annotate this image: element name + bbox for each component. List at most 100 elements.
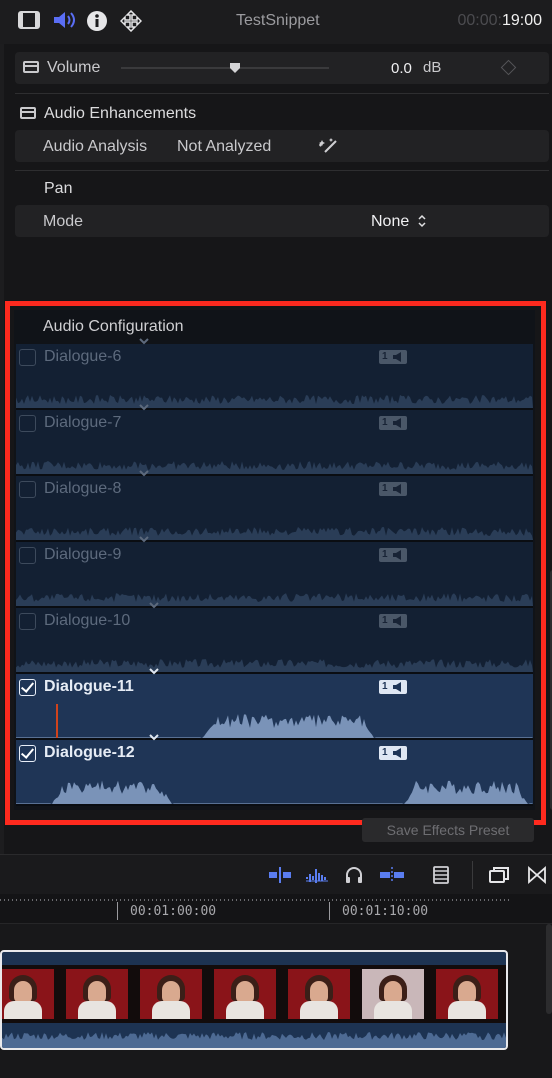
mono-channel-badge: 1	[379, 350, 407, 364]
divider	[15, 93, 549, 94]
mono-channel-badge: 1	[379, 746, 407, 760]
channel-waveform	[16, 659, 533, 672]
channel-name[interactable]: Dialogue-8	[44, 480, 121, 498]
channel-enable-checkbox[interactable]	[19, 613, 36, 630]
channel-badge-number: 1	[382, 351, 388, 362]
save-effects-preset-button[interactable]: Save Effects Preset	[362, 818, 534, 842]
section-toggle-icon[interactable]	[23, 61, 39, 73]
keyframe-icon[interactable]	[500, 59, 517, 76]
transform-icon[interactable]	[119, 9, 143, 33]
channel-enable-checkbox[interactable]	[19, 415, 36, 432]
solo-icon[interactable]	[378, 865, 406, 885]
volume-value[interactable]: 0.0	[391, 60, 412, 77]
mono-channel-badge: 1	[379, 416, 407, 430]
channel-waveform	[16, 395, 533, 408]
filmstrip-frame	[140, 969, 202, 1019]
divider	[472, 861, 473, 889]
timeline-scrollbar[interactable]	[546, 924, 552, 1014]
effects-browser-icon[interactable]	[488, 865, 510, 885]
channel-row[interactable]: Dialogue-7 1	[16, 404, 533, 474]
channel-waveform	[16, 593, 533, 606]
divider	[15, 170, 549, 171]
transitions-browser-icon[interactable]	[526, 865, 548, 885]
channel-badge-number: 1	[382, 681, 388, 692]
channel-row[interactable]: Dialogue-12 1	[16, 734, 533, 804]
pan-header[interactable]: Pan	[44, 180, 72, 198]
channel-row[interactable]: Dialogue-6 1	[16, 338, 533, 408]
section-toggle-icon[interactable]	[20, 107, 36, 119]
volume-row: Volume 0.0 dB	[15, 52, 549, 84]
mono-channel-badge: 1	[379, 614, 407, 628]
audio-analysis-row: Audio Analysis Not Analyzed	[15, 130, 549, 162]
channel-row[interactable]: Dialogue-10 1	[16, 602, 533, 672]
volume-slider[interactable]	[121, 63, 329, 73]
channel-name[interactable]: Dialogue-9	[44, 546, 121, 564]
channel-badge-number: 1	[382, 615, 388, 626]
filmstrip-frame	[66, 969, 128, 1019]
channel-waveform	[16, 714, 533, 738]
channel-name[interactable]: Dialogue-6	[44, 348, 121, 366]
stepper-icon	[417, 214, 427, 233]
audio-configuration-title: Audio Configuration	[43, 318, 184, 335]
ruler-minor-ticks	[0, 899, 510, 901]
channel-badge-number: 1	[382, 549, 388, 560]
clip-duration-timecode: 00:00:19:00	[457, 12, 542, 30]
pan-mode-value: None	[371, 213, 410, 230]
pan-mode-label: Mode	[43, 213, 84, 230]
channel-badge-number: 1	[382, 417, 388, 428]
timeline	[0, 924, 552, 1078]
channel-waveform	[16, 780, 533, 804]
timecode-dim-part: 00:00:	[457, 12, 502, 29]
channel-name[interactable]: Dialogue-7	[44, 414, 121, 432]
pan-mode-dropdown[interactable]: None	[365, 211, 455, 233]
mono-channel-badge: 1	[379, 548, 407, 562]
ruler-label: 00:01:10:00	[342, 904, 429, 919]
channel-name[interactable]: Dialogue-11	[44, 678, 134, 696]
analysis-wand-icon[interactable]	[317, 136, 339, 156]
filmstrip-frame	[436, 969, 498, 1019]
speaker-icon[interactable]	[52, 10, 75, 32]
channel-row[interactable]: Dialogue-8 1	[16, 470, 533, 540]
skimming-icon[interactable]	[268, 865, 292, 885]
clip-filmstrip	[2, 965, 506, 1023]
ruler-major-tick	[329, 902, 330, 920]
channel-separator	[16, 804, 533, 806]
volume-slider-knob[interactable]	[229, 61, 241, 73]
filmstrip-frame	[288, 969, 350, 1019]
audio-enhancements-header[interactable]: Audio Enhancements	[44, 105, 196, 123]
timeline-ruler[interactable]: 00:01:00:00 00:01:10:00	[0, 894, 552, 924]
channel-enable-checkbox[interactable]	[19, 349, 36, 366]
filmstrip-frame	[2, 969, 54, 1019]
channel-enable-checkbox[interactable]	[19, 481, 36, 498]
channel-enable-checkbox[interactable]	[19, 679, 36, 696]
ruler-label: 00:01:00:00	[130, 904, 217, 919]
channel-waveform	[16, 461, 533, 474]
channel-enable-checkbox[interactable]	[19, 745, 36, 762]
clip-appearance-icon[interactable]	[430, 865, 452, 885]
volume-unit: dB	[423, 59, 442, 76]
filmstrip-frame	[362, 969, 424, 1019]
clip-audio-waveform	[2, 1032, 506, 1048]
audio-configuration-panel: Audio Configuration Dialogue-6 1 Dialogue-…	[14, 310, 535, 810]
clip-title: TestSnippet	[236, 12, 320, 29]
volume-label: Volume	[47, 59, 101, 76]
channel-enable-checkbox[interactable]	[19, 547, 36, 564]
audio-analysis-value: Not Analyzed	[177, 138, 272, 155]
inspector-toolbar: TestSnippet 00:00:19:00	[0, 0, 552, 44]
audio-analysis-label: Audio Analysis	[43, 138, 148, 155]
channel-row[interactable]: Dialogue-11 1	[16, 668, 533, 738]
headphones-icon[interactable]	[343, 865, 365, 885]
ruler-major-tick	[117, 902, 118, 920]
film-icon[interactable]	[18, 10, 40, 32]
channel-waveform	[16, 527, 533, 540]
channel-name[interactable]: Dialogue-12	[44, 744, 135, 762]
filmstrip-frame	[214, 969, 276, 1019]
channel-name[interactable]: Dialogue-10	[44, 612, 130, 630]
channel-row[interactable]: Dialogue-9 1	[16, 536, 533, 606]
info-icon[interactable]	[86, 10, 108, 32]
timeline-toolbar	[0, 854, 552, 894]
timeline-clip[interactable]	[0, 950, 508, 1050]
waveform-icon[interactable]	[305, 865, 329, 885]
channel-badge-number: 1	[382, 747, 388, 758]
channel-badge-number: 1	[382, 483, 388, 494]
